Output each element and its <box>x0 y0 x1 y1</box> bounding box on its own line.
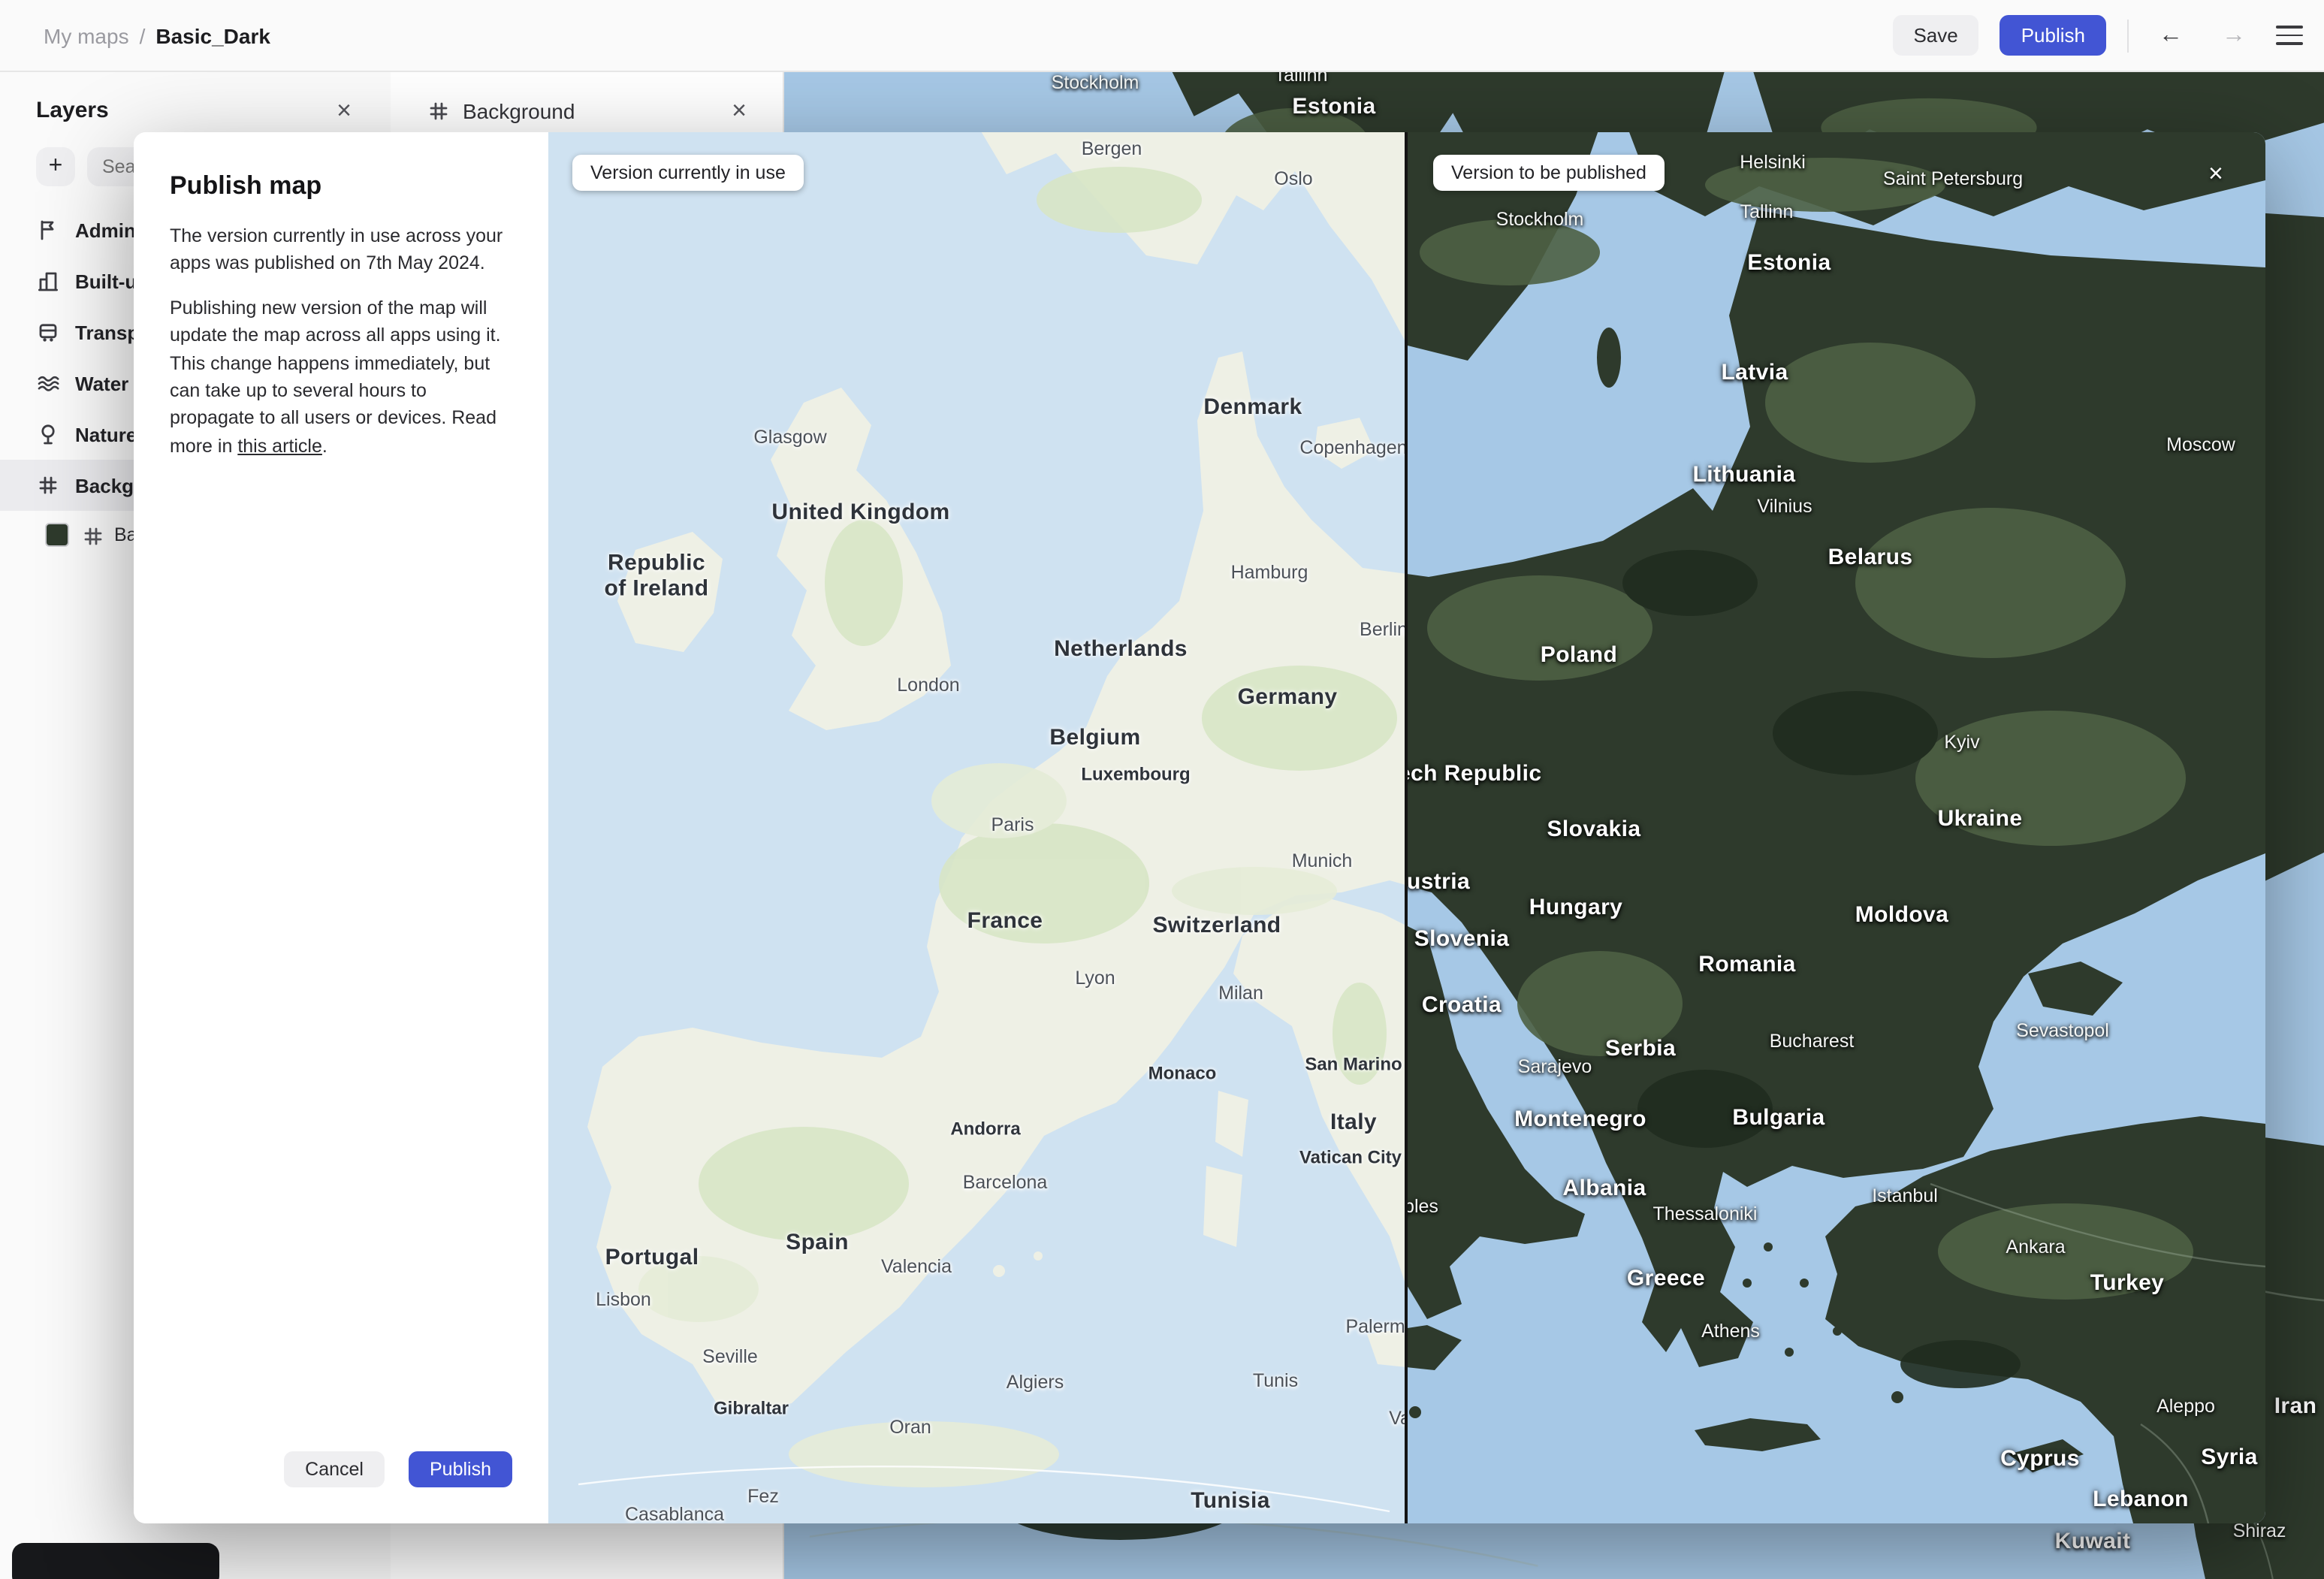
grid-icon <box>84 527 102 545</box>
flag-icon <box>41 220 54 240</box>
breadcrumb: My maps / Basic_Dark <box>44 23 270 47</box>
hamburger-menu-icon[interactable] <box>2276 26 2303 45</box>
version-compare-map[interactable]: Bergen Oslo Glasgow Copenhagen Hamburg Berlin… <box>548 132 2265 1523</box>
dialog-publish-button[interactable]: Publish <box>409 1451 512 1487</box>
grid-icon <box>430 102 448 120</box>
cancel-button[interactable]: Cancel <box>284 1451 385 1487</box>
dialog-paragraph-1: The version currently in use across your… <box>170 225 503 274</box>
sidebar-item-label: Nature <box>75 423 137 445</box>
layers-close-icon[interactable]: × <box>327 95 361 126</box>
app-window: Stockholm Tallinn Estonia Kuwait Shiraz Iran … <box>0 0 2324 1579</box>
publish-modal: Publish map The version currently in use… <box>134 132 2265 1523</box>
published-version-chip: Version to be published <box>1433 155 1665 191</box>
compare-divider-handle[interactable] <box>1405 132 1408 1523</box>
publish-button[interactable]: Publish <box>2000 15 2106 56</box>
tree-icon <box>41 424 55 445</box>
breadcrumb-separator: / <box>139 23 146 47</box>
breadcrumb-current: Basic_Dark <box>155 23 270 47</box>
publish-dialog: Publish map The version currently in use… <box>134 132 548 1523</box>
toolbar-divider <box>2127 19 2129 52</box>
dialog-paragraph-2-text: Publishing new version of the map will u… <box>170 297 501 457</box>
dialog-paragraph-2: Publishing new version of the map will u… <box>170 294 512 460</box>
current-version-chip: Version currently in use <box>572 155 804 191</box>
undo-arrow-icon[interactable]: ← <box>2150 14 2192 56</box>
building-icon <box>38 272 58 291</box>
background-tab-title: Background <box>463 98 575 122</box>
save-button[interactable]: Save <box>1892 15 1979 56</box>
sidebar-item-label: Water <box>75 372 129 394</box>
bus-icon <box>39 324 57 343</box>
water-icon <box>38 376 59 391</box>
redo-arrow-icon[interactable]: → <box>2213 14 2255 56</box>
add-layer-button[interactable]: + <box>36 147 75 186</box>
layers-panel-title: Layers <box>36 98 109 123</box>
background-tab-close-icon[interactable]: × <box>723 95 756 126</box>
layer-swatch <box>45 523 69 547</box>
dialog-title: Publish map <box>170 171 322 200</box>
top-bar: My maps / Basic_Dark Save Publish ← → <box>0 0 2324 72</box>
breadcrumb-section[interactable]: My maps <box>44 23 129 47</box>
grid-icon <box>39 476 57 494</box>
compare-close-icon[interactable]: × <box>2208 159 2223 189</box>
this-article-link[interactable]: this article <box>237 435 322 456</box>
dialog-paragraph-2-end: . <box>321 435 327 457</box>
bottom-toast <box>12 1543 219 1579</box>
